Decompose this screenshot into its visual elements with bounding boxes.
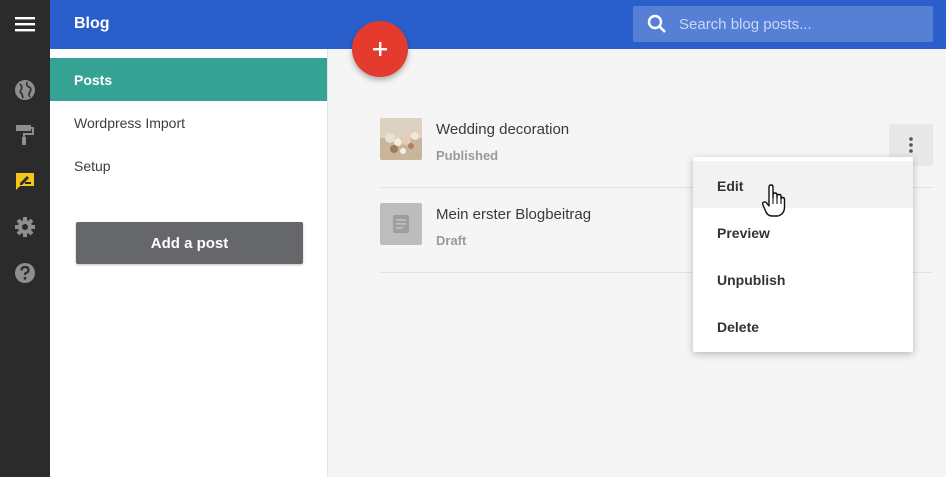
- search-icon: [647, 14, 667, 34]
- sidebar: Posts Wordpress Import Setup Add a post: [50, 49, 328, 477]
- post-title: Wedding decoration: [436, 121, 570, 138]
- edit-blog-icon[interactable]: [13, 169, 37, 193]
- help-icon[interactable]: [13, 261, 37, 285]
- plus-icon: [373, 42, 387, 56]
- menu-item-delete[interactable]: Delete: [693, 302, 913, 349]
- more-vert-icon: [909, 137, 913, 153]
- post-status: Published: [436, 148, 499, 163]
- paint-roller-icon[interactable]: [13, 123, 37, 147]
- icon-rail: [0, 0, 50, 477]
- search-box[interactable]: [633, 6, 933, 42]
- menu-item-unpublish[interactable]: Unpublish: [693, 255, 913, 302]
- search-input[interactable]: [679, 6, 923, 42]
- menu-item-preview[interactable]: Preview: [693, 208, 913, 255]
- menu-item-edit[interactable]: Edit: [693, 161, 913, 208]
- document-icon: [380, 203, 422, 245]
- sidebar-item-label: Posts: [74, 72, 113, 88]
- menu-item-label: Delete: [717, 319, 760, 335]
- sidebar-item-wordpress-import[interactable]: Wordpress Import: [50, 101, 327, 144]
- menu-item-label: Edit: [717, 178, 744, 194]
- sidebar-item-setup[interactable]: Setup: [50, 144, 327, 187]
- context-menu: Edit Preview Unpublish Delete: [693, 157, 913, 352]
- globe-icon[interactable]: [13, 78, 37, 102]
- sidebar-item-label: Setup: [74, 158, 111, 174]
- add-post-button[interactable]: Add a post: [76, 222, 303, 264]
- page-title: Blog: [74, 15, 110, 32]
- add-fab-button[interactable]: [352, 21, 408, 77]
- post-thumbnail: [380, 118, 422, 160]
- post-status: Draft: [436, 233, 467, 248]
- top-bar: Blog: [50, 0, 946, 49]
- menu-item-label: Unpublish: [717, 272, 786, 288]
- menu-icon[interactable]: [13, 12, 37, 36]
- gear-icon[interactable]: [13, 215, 37, 239]
- sidebar-item-posts[interactable]: Posts: [50, 58, 327, 101]
- sidebar-item-label: Wordpress Import: [74, 115, 185, 131]
- post-title: Mein erster Blogbeitrag: [436, 206, 592, 223]
- menu-item-label: Preview: [717, 225, 770, 241]
